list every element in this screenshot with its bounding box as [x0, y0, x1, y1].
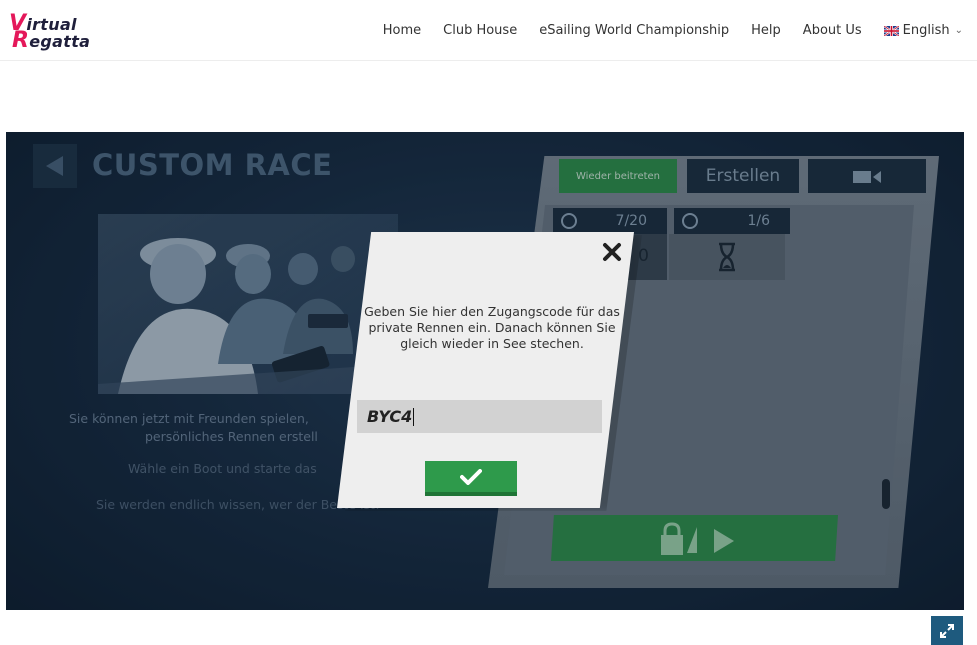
nav-help[interactable]: Help	[751, 23, 781, 38]
confirm-button[interactable]	[425, 461, 517, 496]
nav-home[interactable]: Home	[383, 23, 421, 38]
dialog-message: Geben Sie hier den Zugangscode für das p…	[364, 304, 620, 351]
game-canvas[interactable]: CUSTOM RACE Sie können jetzt mit Freunde…	[6, 132, 964, 610]
close-icon[interactable]	[602, 242, 622, 262]
nav-about-us[interactable]: About Us	[803, 23, 862, 38]
language-label: English	[902, 23, 950, 38]
main-nav: Home Club House eSailing World Champions…	[361, 0, 963, 61]
language-selector[interactable]: English ⌄	[883, 23, 963, 38]
chevron-down-icon: ⌄	[954, 25, 963, 36]
nav-esailing-world-championship[interactable]: eSailing World Championship	[539, 23, 729, 38]
virtual-regatta-logo[interactable]: Virtual Regatta	[9, 9, 99, 53]
site-header: Virtual Regatta Home Club House eSailing…	[0, 0, 977, 61]
access-code-input[interactable]: BYC4	[357, 400, 602, 433]
nav-club-house[interactable]: Club House	[443, 23, 517, 38]
checkmark-icon	[460, 469, 482, 485]
uk-flag-icon	[883, 25, 899, 36]
fullscreen-button[interactable]	[931, 616, 963, 645]
access-code-value: BYC4	[367, 407, 413, 426]
text-caret	[413, 407, 415, 426]
expand-icon	[940, 624, 954, 638]
